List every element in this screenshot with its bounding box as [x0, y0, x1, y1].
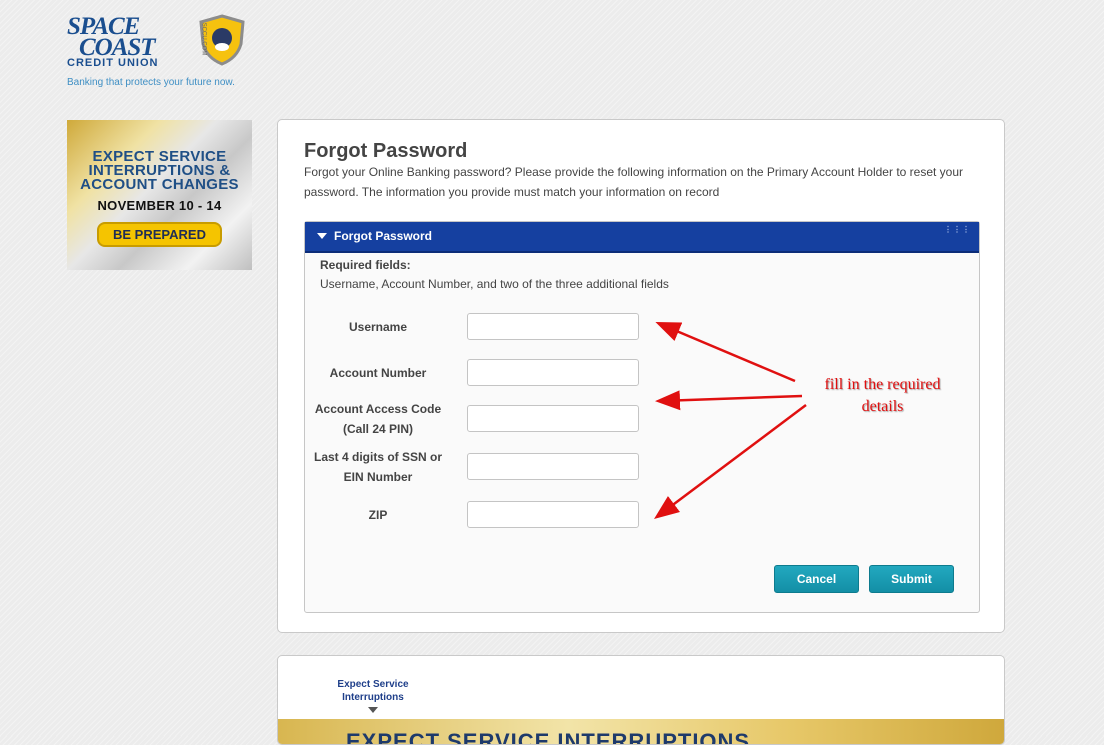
- collapse-triangle-icon[interactable]: [317, 233, 327, 239]
- service-banner-text: EXPECT SERVICE INTERRUPTIONS: [346, 729, 751, 745]
- form-header-bar[interactable]: Forgot Password ⋮⋮⋮: [305, 222, 979, 253]
- submit-button[interactable]: Submit: [869, 565, 954, 593]
- access-code-input[interactable]: [467, 405, 639, 432]
- zip-label: ZIP: [298, 505, 458, 525]
- service-banner: EXPECT SERVICE INTERRUPTIONS: [278, 719, 1004, 745]
- tab-arrow-icon: [368, 707, 378, 713]
- grip-icon: ⋮⋮⋮: [944, 225, 971, 234]
- ssn-label: Last 4 digits of SSN or EIN Number: [298, 447, 458, 487]
- page-title: Forgot Password: [304, 140, 468, 162]
- access-code-label: Account Access Code (Call 24 PIN): [298, 399, 458, 439]
- account-number-input[interactable]: [467, 359, 639, 386]
- annotation-text: fill in the required details: [800, 374, 965, 418]
- ssn-label-text-2: EIN Number: [343, 470, 413, 484]
- shield-text: SCCU.COM: [200, 22, 207, 56]
- be-prepared-button[interactable]: BE PREPARED: [97, 222, 222, 247]
- ssn-label-text: Last 4 digits of SSN or: [313, 450, 442, 464]
- annotation-line-1: fill in the required: [824, 376, 941, 393]
- cancel-button[interactable]: Cancel: [774, 565, 859, 593]
- service-notice-panel: Expect Service Interruptions EXPECT SERV…: [277, 655, 1005, 745]
- access-code-label-text: Account Access Code: [314, 402, 442, 416]
- logo-tagline: Banking that protects your future now.: [67, 77, 235, 88]
- username-input[interactable]: [467, 313, 639, 340]
- account-number-label-text: Account Number: [329, 366, 427, 380]
- page-description: Forgot your Online Banking password? Ple…: [304, 165, 964, 199]
- promo-line-3: ACCOUNT CHANGES: [80, 176, 239, 193]
- zip-input[interactable]: [467, 501, 639, 528]
- access-code-label-hint: (Call 24 PIN): [342, 422, 414, 436]
- logo-credit-union-text: CREDIT UNION: [67, 57, 159, 69]
- logo[interactable]: SPACE COAST CREDIT UNION Banking that pr…: [67, 14, 252, 90]
- username-label: Username: [298, 317, 458, 337]
- required-fields-heading: Required fields:: [320, 258, 411, 272]
- service-tab-label[interactable]: Expect Service Interruptions: [330, 678, 416, 704]
- zip-label-text: ZIP: [368, 508, 388, 522]
- username-label-text: Username: [348, 320, 408, 334]
- required-fields-text: Username, Account Number, and two of the…: [320, 277, 669, 291]
- form-header-title: Forgot Password: [334, 229, 433, 243]
- account-number-label: Account Number: [298, 363, 458, 383]
- promo-banner[interactable]: EXPECT SERVICE INTERRUPTIONS & ACCOUNT C…: [67, 120, 252, 270]
- annotation-line-2: details: [861, 398, 904, 415]
- ssn-input[interactable]: [467, 453, 639, 480]
- promo-date: NOVEMBER 10 - 14: [97, 198, 222, 213]
